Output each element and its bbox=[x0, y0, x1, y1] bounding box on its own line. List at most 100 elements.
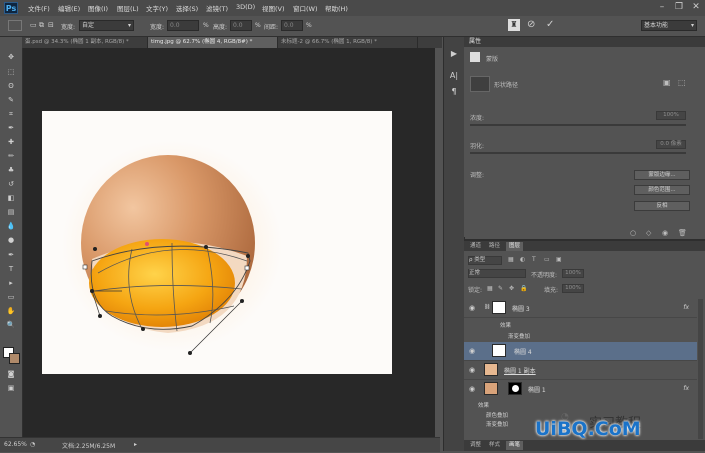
move-tool-icon[interactable]: ✥ bbox=[6, 52, 16, 62]
document-canvas[interactable] bbox=[42, 111, 392, 374]
layer-row[interactable]: ◉ ⛓ 椭圆 3 fx bbox=[464, 299, 697, 318]
invert-button[interactable]: 反相 bbox=[634, 201, 690, 211]
cancel-icon[interactable]: ⊘ bbox=[527, 19, 535, 30]
hand-tool-icon[interactable]: ✋ bbox=[6, 306, 16, 316]
tab-layers[interactable]: 图层 bbox=[506, 242, 524, 251]
layer-row[interactable]: ◉ 椭圆 1 fx bbox=[464, 380, 697, 398]
brush-tool-icon[interactable]: ✏ bbox=[6, 151, 16, 161]
quick-mask-icon[interactable]: ◙ bbox=[6, 369, 16, 379]
healing-brush-icon[interactable]: ✚ bbox=[6, 137, 16, 147]
menu-window[interactable]: 窗口(W) bbox=[293, 3, 318, 13]
eraser-tool-icon[interactable]: ◧ bbox=[6, 193, 16, 203]
dodge-tool-icon[interactable]: ● bbox=[6, 235, 16, 245]
load-selection-icon[interactable]: ○ bbox=[630, 229, 636, 237]
filter-pixel-icon[interactable]: ▦ bbox=[508, 256, 514, 263]
crop-tool-icon[interactable]: ⌗ bbox=[6, 109, 16, 119]
tab-styles[interactable]: 样式 bbox=[486, 441, 503, 450]
menu-select[interactable]: 选择(S) bbox=[176, 3, 198, 13]
tool-preset-icon[interactable] bbox=[8, 20, 22, 31]
quick-select-icon[interactable]: ✎ bbox=[6, 95, 16, 105]
menu-layer[interactable]: 图层(L) bbox=[117, 3, 139, 13]
blend-mode-select[interactable]: 正常 bbox=[468, 269, 526, 278]
minimize-icon[interactable]: – bbox=[655, 2, 669, 13]
tab-adjustments[interactable]: 调整 bbox=[467, 441, 484, 450]
mask-edge-button[interactable]: 蒙版边缘... bbox=[634, 170, 690, 180]
blur-tool-icon[interactable]: 💧 bbox=[6, 221, 16, 231]
play-actions-icon[interactable]: ▶ bbox=[449, 49, 459, 59]
opacity-input[interactable]: 100% bbox=[562, 269, 584, 278]
tab-paths[interactable]: 路径 bbox=[486, 242, 503, 251]
subtract-selection-icon[interactable]: ⊟ bbox=[48, 21, 54, 29]
visibility-icon[interactable]: ◉ bbox=[662, 229, 668, 237]
eye-icon[interactable]: ◉ bbox=[469, 385, 477, 393]
layer-filter-select[interactable]: ρ 类型 bbox=[468, 256, 502, 265]
density-slider[interactable] bbox=[470, 124, 686, 126]
menu-type[interactable]: 文字(Y) bbox=[146, 3, 168, 13]
width-input[interactable]: 0.0 bbox=[167, 20, 199, 31]
feather-input[interactable]: 0.0 像素 bbox=[656, 140, 686, 149]
apply-mask-icon[interactable]: ◇ bbox=[646, 229, 651, 237]
puppet-icon[interactable]: ♜ bbox=[508, 19, 520, 31]
shape-path-thumbnail[interactable] bbox=[470, 76, 490, 92]
style-select[interactable]: 自定 ▾ bbox=[79, 20, 134, 31]
layer-name[interactable]: 椭圆 1 副本 bbox=[504, 366, 536, 375]
layer-name[interactable]: 椭圆 1 bbox=[528, 385, 546, 394]
fx-icon[interactable]: fx bbox=[683, 304, 689, 311]
menu-help[interactable]: 帮助(H) bbox=[325, 3, 348, 13]
gradient-tool-icon[interactable]: ▤ bbox=[6, 207, 16, 217]
type-tool-icon[interactable]: T bbox=[6, 264, 16, 274]
menu-filter[interactable]: 滤镜(T) bbox=[206, 3, 228, 13]
color-overlay-effect[interactable]: 颜色叠加 bbox=[486, 411, 508, 419]
status-icon[interactable]: ◔ bbox=[30, 441, 35, 448]
marquee-tool-icon[interactable]: ⬚ bbox=[6, 67, 16, 77]
add-pixel-mask-icon[interactable]: ▣ bbox=[663, 78, 671, 87]
filter-smart-icon[interactable]: ▣ bbox=[556, 256, 562, 263]
fx-icon[interactable]: fx bbox=[683, 385, 689, 392]
workspace-select[interactable]: 基本功能 ▾ bbox=[641, 20, 697, 31]
lock-all-icon[interactable]: 🔒 bbox=[520, 285, 527, 292]
color-range-button[interactable]: 颜色范围... bbox=[634, 185, 690, 195]
character-panel-icon[interactable]: A| bbox=[449, 71, 459, 81]
tab-egg-psd[interactable]: 蛋.psd @ 34.3% (椭圆 1 副本, RGB/8) * bbox=[22, 37, 148, 48]
zoom-level[interactable]: 62.65% bbox=[4, 441, 27, 448]
close-icon[interactable]: ✕ bbox=[689, 2, 703, 13]
lock-position-icon[interactable]: ✥ bbox=[509, 285, 514, 292]
tab-untitled-2[interactable]: 未标题-2 @ 66.7% (椭圆 1, RGB/8) * bbox=[278, 37, 418, 48]
path-select-icon[interactable]: ▸ bbox=[6, 278, 16, 288]
layer-name[interactable]: 椭圆 4 bbox=[514, 347, 532, 356]
clone-stamp-icon[interactable]: ♣ bbox=[6, 165, 16, 175]
new-selection-icon[interactable]: ▭ bbox=[30, 21, 37, 29]
height-input[interactable]: 0.0 bbox=[230, 20, 252, 31]
restore-icon[interactable]: ❐ bbox=[672, 2, 686, 13]
menu-3d[interactable]: 3D(D) bbox=[236, 3, 255, 11]
trash-icon[interactable]: 🗑 bbox=[678, 229, 687, 237]
status-menu-arrow-icon[interactable]: ▸ bbox=[134, 441, 137, 448]
layer-row[interactable]: ◉ 椭圆 4 bbox=[464, 342, 697, 361]
pen-tool-icon[interactable]: ✒ bbox=[6, 250, 16, 260]
eye-icon[interactable]: ◉ bbox=[469, 304, 477, 312]
menu-edit[interactable]: 编辑(E) bbox=[58, 3, 80, 13]
filter-adjust-icon[interactable]: ◐ bbox=[520, 256, 525, 263]
lasso-tool-icon[interactable]: ʘ bbox=[6, 81, 16, 91]
density-input[interactable]: 100% bbox=[656, 111, 686, 120]
gradient-overlay-effect[interactable]: 渐变叠加 bbox=[508, 332, 530, 340]
lock-pixels-icon[interactable]: ✎ bbox=[498, 285, 503, 292]
paragraph-panel-icon[interactable]: ¶ bbox=[449, 87, 459, 97]
add-vector-mask-icon[interactable]: ⬚ bbox=[678, 78, 686, 87]
lock-transparent-icon[interactable]: ▦ bbox=[487, 285, 493, 292]
filter-shape-icon[interactable]: ▭ bbox=[544, 256, 550, 263]
eye-icon[interactable]: ◉ bbox=[469, 347, 477, 355]
eye-icon[interactable]: ◉ bbox=[469, 366, 477, 374]
background-color-swatch[interactable] bbox=[9, 353, 20, 364]
history-brush-icon[interactable]: ↺ bbox=[6, 179, 16, 189]
menu-image[interactable]: 图像(I) bbox=[88, 3, 108, 13]
layer-row[interactable]: ◉ 椭圆 1 副本 bbox=[464, 361, 697, 380]
shape-tool-icon[interactable]: ▭ bbox=[6, 292, 16, 302]
commit-check-icon[interactable]: ✓ bbox=[546, 19, 554, 30]
layer-name[interactable]: 椭圆 3 bbox=[512, 304, 530, 313]
menu-file[interactable]: 文件(F) bbox=[28, 3, 50, 13]
fill-input[interactable]: 100% bbox=[562, 284, 584, 293]
tab-brushes[interactable]: 画笔 bbox=[506, 441, 524, 450]
feather-slider[interactable] bbox=[470, 152, 686, 154]
screen-mode-icon[interactable]: ▣ bbox=[6, 383, 16, 393]
